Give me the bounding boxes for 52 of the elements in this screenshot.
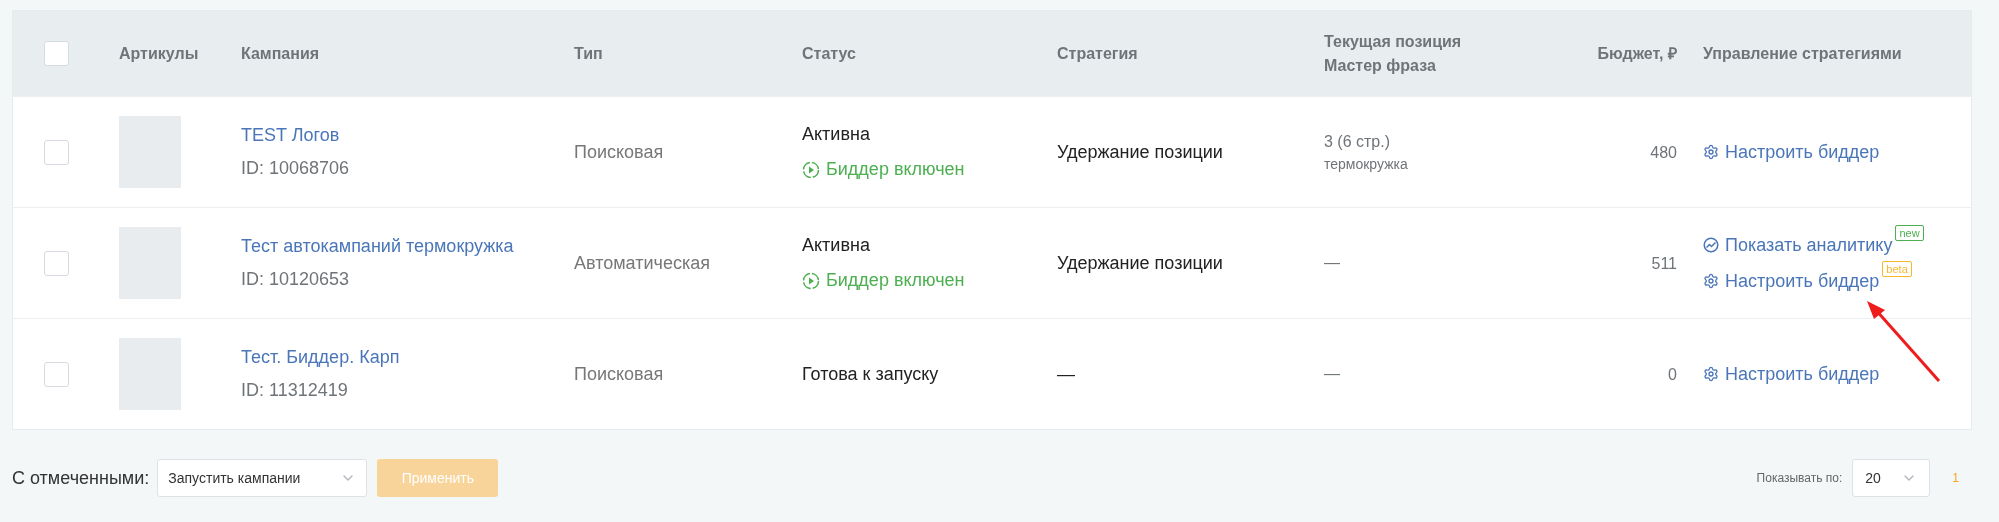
action-link[interactable]: Показать аналитику [1703,231,1893,259]
checkbox[interactable] [44,361,69,387]
label-badge: beta [1882,260,1912,277]
column-header: Тип [574,44,603,62]
page-size-label: Показывать по: [1756,470,1843,487]
campaign-link[interactable]: TEST Логов [241,122,340,149]
chart-circle-icon [1703,237,1719,253]
campaign-type: Автоматическая [574,252,710,273]
position-text: — [1324,253,1340,273]
column-header: Управление стратегиями [1703,44,1902,62]
checkbox[interactable] [44,139,69,165]
position-text: — [1324,364,1340,384]
bidder-status: Биддер включен [826,269,965,292]
strategy-text: Удержание позиции [1057,141,1223,162]
action-link[interactable]: Настроить биддер [1703,360,1880,388]
campaign-link[interactable]: Тест. Биддер. Карп [241,344,400,371]
checkbox[interactable] [44,250,69,276]
campaign-id: ID: 10068706 [241,157,350,180]
campaign-id: ID: 10120653 [241,268,350,291]
bulk-action-select[interactable]: Запустить кампании [157,459,368,497]
column-header: Текущая позиция Мастер фраза [1324,32,1462,74]
checkbox[interactable] [44,41,69,66]
campaign-id: ID: 11312419 [241,379,348,402]
campaign-link[interactable]: Тест автокампаний термокружка [241,233,514,260]
master-phrase: термокружка [1324,154,1408,174]
budget-value: 0 [1668,365,1677,383]
campaign-status: Активна [802,234,870,257]
settings-icon [1703,144,1719,160]
column-header: Статус [802,44,856,62]
campaign-type: Поисковая [574,141,664,162]
bidder-status: Биддер включен [826,158,965,181]
campaign-status: Активна [802,123,870,146]
label-badge: new [1895,224,1924,241]
settings-icon [1703,273,1719,289]
campaign-status: Готова к запуску [802,362,939,386]
position-text: 3 (6 стр.) [1324,131,1390,152]
budget-value: 480 [1650,143,1677,161]
column-header: Артикулы [119,44,199,62]
campaign-type: Поисковая [574,363,664,384]
strategy-text: Удержание позиции [1057,252,1223,273]
strategy-text: — [1057,363,1075,384]
column-header: Бюджет, ₽ [1597,44,1677,62]
column-header: Кампания [241,44,320,62]
column-header: Стратегия [1057,44,1138,62]
settings-icon [1703,366,1719,382]
play-circle-icon [802,160,820,179]
budget-value: 511 [1651,254,1677,272]
page-size-select[interactable]: 20 [1852,459,1931,497]
action-link[interactable]: Настроить биддер [1703,138,1880,166]
bulk-label: С отмеченными: [12,466,150,490]
action-link[interactable]: Настроить биддер [1703,267,1880,295]
play-circle-icon [802,271,820,290]
